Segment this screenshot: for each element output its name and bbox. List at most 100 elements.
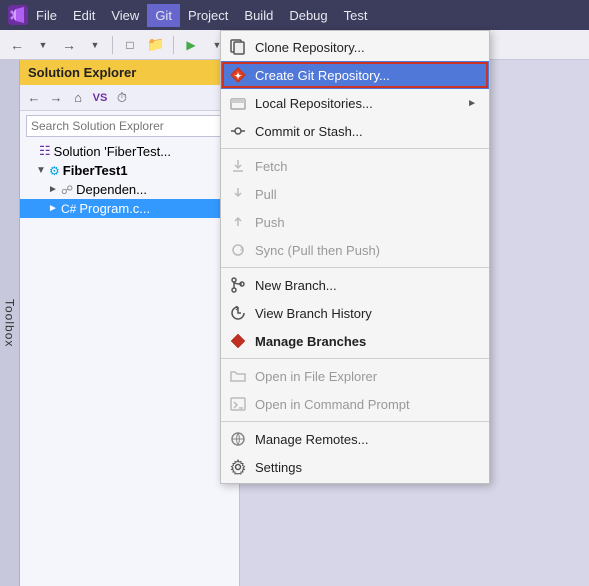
dropdown-fwd[interactable]: ▼	[84, 34, 106, 56]
sync-label: Sync (Pull then Push)	[255, 243, 477, 258]
undo-button[interactable]: □	[119, 34, 141, 56]
manage-branches-icon	[229, 332, 247, 350]
pull-icon	[229, 185, 247, 203]
tree-project[interactable]: ▼ ⚙ FiberTest1	[20, 161, 239, 180]
sol-clock[interactable]: ⏱	[112, 88, 132, 108]
branch-icon	[229, 276, 247, 294]
separator-2	[173, 36, 174, 54]
separator-2	[221, 267, 489, 268]
git-create-item[interactable]: ✦ Create Git Repository...	[221, 61, 489, 89]
back-button[interactable]: ←	[6, 34, 28, 56]
git-cmd-item[interactable]: Open in Command Prompt	[221, 390, 489, 418]
cmd-icon	[229, 395, 247, 413]
sol-fwd[interactable]: →	[46, 88, 66, 108]
menu-build[interactable]: Build	[236, 4, 281, 27]
solution-search-box[interactable]	[26, 115, 233, 137]
fetch-icon	[229, 157, 247, 175]
sync-icon	[229, 241, 247, 259]
solution-explorer-panel: Solution Explorer ← → ⌂ VS ⏱ ☷ Solution …	[20, 60, 240, 586]
history-icon	[229, 304, 247, 322]
solution-explorer-header: Solution Explorer	[20, 60, 239, 85]
menu-project[interactable]: Project	[180, 4, 236, 27]
fetch-label: Fetch	[255, 159, 477, 174]
menu-test[interactable]: Test	[336, 4, 376, 27]
tree-solution[interactable]: ☷ Solution 'FiberTest...	[20, 141, 239, 161]
project-icon: ⚙	[49, 164, 60, 178]
dropdown-back[interactable]: ▼	[32, 34, 54, 56]
menu-file[interactable]: File	[28, 4, 65, 27]
history-label: View Branch History	[255, 306, 477, 321]
toolbox-label: Toolbox	[3, 299, 17, 347]
git-clone-item[interactable]: Clone Repository...	[221, 33, 489, 61]
git-remotes-item[interactable]: Manage Remotes...	[221, 425, 489, 453]
file-explorer-label: Open in File Explorer	[255, 369, 477, 384]
open-folder-button[interactable]: 📁	[145, 34, 167, 56]
settings-label: Settings	[255, 460, 477, 475]
push-icon	[229, 213, 247, 231]
separator-1	[112, 36, 113, 54]
start-button[interactable]: ▶	[180, 34, 202, 56]
git-create-icon: ✦	[229, 66, 247, 84]
git-branch-item[interactable]: New Branch...	[221, 271, 489, 299]
git-manage-branches-item[interactable]: Manage Branches	[221, 327, 489, 355]
git-settings-item[interactable]: Settings	[221, 453, 489, 481]
forward-button[interactable]: →	[58, 34, 80, 56]
toolbox-sidebar[interactable]: Toolbox	[0, 60, 20, 586]
git-commit-item[interactable]: Commit or Stash...	[221, 117, 489, 145]
solution-icon: ☷	[39, 143, 51, 159]
menu-edit[interactable]: Edit	[65, 4, 103, 27]
clone-icon	[229, 38, 247, 56]
file-label: Program.c...	[79, 201, 150, 216]
solution-explorer-title: Solution Explorer	[28, 65, 136, 80]
solution-label: Solution 'FiberTest...	[54, 144, 171, 159]
git-dropdown-menu: Clone Repository... ✦ Create Git Reposit…	[220, 30, 490, 484]
clone-label: Clone Repository...	[255, 40, 477, 55]
pull-label: Pull	[255, 187, 477, 202]
git-push-item[interactable]: Push	[221, 208, 489, 236]
commit-label: Commit or Stash...	[255, 124, 477, 139]
git-pull-item[interactable]: Pull	[221, 180, 489, 208]
git-sync-item[interactable]: Sync (Pull then Push)	[221, 236, 489, 264]
branch-label: New Branch...	[255, 278, 477, 293]
tree-dependencies[interactable]: ► ☍ Dependen...	[20, 180, 239, 199]
sol-home[interactable]: ⌂	[68, 88, 88, 108]
git-file-explorer-item[interactable]: Open in File Explorer	[221, 362, 489, 390]
separator-4	[221, 421, 489, 422]
create-git-label: Create Git Repository...	[255, 68, 477, 83]
folder-icon	[229, 367, 247, 385]
menu-debug[interactable]: Debug	[281, 4, 335, 27]
menu-bar: File Edit View Git Project Build Debug T…	[0, 0, 589, 30]
arrow-icon: ►	[48, 184, 58, 195]
menu-view[interactable]: View	[103, 4, 147, 27]
git-history-item[interactable]: View Branch History	[221, 299, 489, 327]
sol-back[interactable]: ←	[24, 88, 44, 108]
file-icon: C#	[61, 202, 76, 216]
tree-program[interactable]: ► C# Program.c...	[20, 199, 239, 218]
solution-toolbar: ← → ⌂ VS ⏱	[20, 85, 239, 111]
push-label: Push	[255, 215, 477, 230]
arrow-icon: ►	[48, 203, 58, 214]
remotes-label: Manage Remotes...	[255, 432, 477, 447]
solution-tree: ☷ Solution 'FiberTest... ▼ ⚙ FiberTest1 …	[20, 141, 239, 586]
solution-search-input[interactable]	[27, 119, 232, 133]
git-local-item[interactable]: Local Repositories... ►	[221, 89, 489, 117]
separator-3	[221, 358, 489, 359]
commit-icon	[229, 122, 247, 140]
menu-git[interactable]: Git	[147, 4, 180, 27]
settings-icon	[229, 458, 247, 476]
git-fetch-item[interactable]: Fetch	[221, 152, 489, 180]
remotes-icon	[229, 430, 247, 448]
project-label: FiberTest1	[63, 163, 128, 178]
vs-logo	[8, 5, 28, 25]
manage-branches-label: Manage Branches	[255, 334, 477, 349]
local-icon	[229, 94, 247, 112]
arrow-icon: ▼	[36, 165, 46, 176]
local-arrow: ►	[467, 98, 477, 109]
dep-label: Dependen...	[76, 182, 147, 197]
local-label: Local Repositories...	[255, 96, 459, 111]
separator-1	[221, 148, 489, 149]
cmd-label: Open in Command Prompt	[255, 397, 477, 412]
svg-text:✦: ✦	[234, 71, 242, 81]
dep-icon: ☍	[61, 183, 73, 197]
sol-vs[interactable]: VS	[90, 88, 110, 108]
